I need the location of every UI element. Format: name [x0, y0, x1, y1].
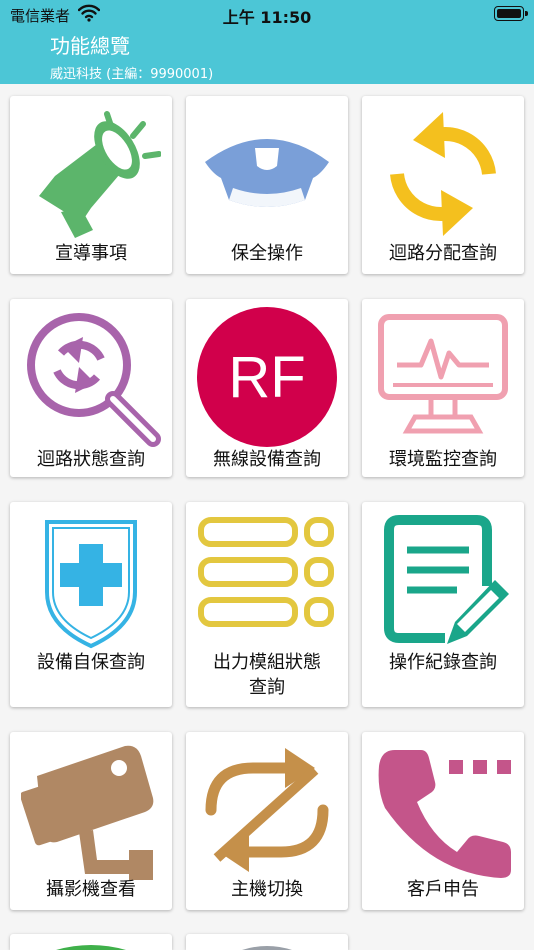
- tile-label: 迴路分配查詢: [389, 243, 497, 264]
- host-switch-icon: [205, 748, 329, 872]
- tile-operation-log-query[interactable]: 操作紀錄查詢: [362, 502, 524, 707]
- tile-label: 環境監控查詢: [389, 449, 497, 470]
- monitor-pulse-icon: [378, 314, 508, 434]
- megaphone-icon: [39, 111, 161, 238]
- status-bar: 電信業者 上午 11:50: [0, 0, 534, 28]
- tile-announcements[interactable]: 宣導事項: [10, 96, 172, 274]
- tile-label-line1: 出力模組狀態: [213, 652, 321, 673]
- tile-partial[interactable]: [186, 934, 348, 950]
- tile-label: 保全操作: [231, 243, 303, 264]
- tile-wireless-device-query[interactable]: RF 無線設備查詢: [186, 299, 348, 477]
- tile-label: 宣導事項: [55, 243, 127, 264]
- battery-icon: [494, 6, 528, 21]
- partial-icon: [242, 946, 292, 950]
- search-refresh-icon: [27, 313, 161, 447]
- tile-label: 操作紀錄查詢: [389, 652, 497, 673]
- partial-icon: [56, 945, 126, 950]
- tile-security-operation[interactable]: 保全操作: [186, 96, 348, 274]
- tile-label: 迴路狀態查詢: [37, 449, 145, 470]
- tile-label: 設備自保查詢: [37, 652, 145, 673]
- document-edit-icon: [384, 515, 509, 644]
- camera-icon: [21, 745, 154, 880]
- phone-icon: [378, 750, 511, 878]
- tile-label: 攝影機查看: [46, 879, 136, 900]
- rf-icon: RF: [197, 307, 337, 447]
- tile-partial[interactable]: [10, 934, 172, 950]
- tile-label: 主機切換: [231, 879, 303, 900]
- rf-text: RF: [228, 345, 305, 410]
- tile-label: 無線設備查詢: [213, 449, 321, 470]
- tile-camera-view[interactable]: 攝影機查看: [10, 732, 172, 910]
- clock: 上午 11:50: [222, 8, 312, 27]
- tile-loop-status-query[interactable]: 迴路狀態查詢: [10, 299, 172, 477]
- module-list-icon: [198, 517, 334, 627]
- tile-label-line2: 查詢: [249, 677, 285, 698]
- tile-loop-allocation-query[interactable]: 迴路分配查詢: [362, 96, 524, 274]
- tile-host-switch[interactable]: 主機切換: [186, 732, 348, 910]
- guard-cap-icon: [205, 139, 329, 207]
- tile-output-module-status-query[interactable]: 出力模組狀態 查詢: [186, 502, 348, 707]
- company-subtitle: 威迅科技 (主編：9990001): [50, 67, 214, 82]
- tile-customer-report[interactable]: 客戶申告: [362, 732, 524, 910]
- page-title: 功能總覽: [50, 34, 130, 58]
- tile-environment-monitoring-query[interactable]: 環境監控查詢: [362, 299, 524, 477]
- refresh-arrows-icon: [390, 112, 496, 236]
- tile-device-self-protection-query[interactable]: 設備自保查詢: [10, 502, 172, 707]
- app-header: 功能總覽 威迅科技 (主編：9990001): [0, 28, 534, 84]
- shield-cross-icon: [45, 520, 137, 649]
- tile-label: 客戶申告: [407, 879, 479, 900]
